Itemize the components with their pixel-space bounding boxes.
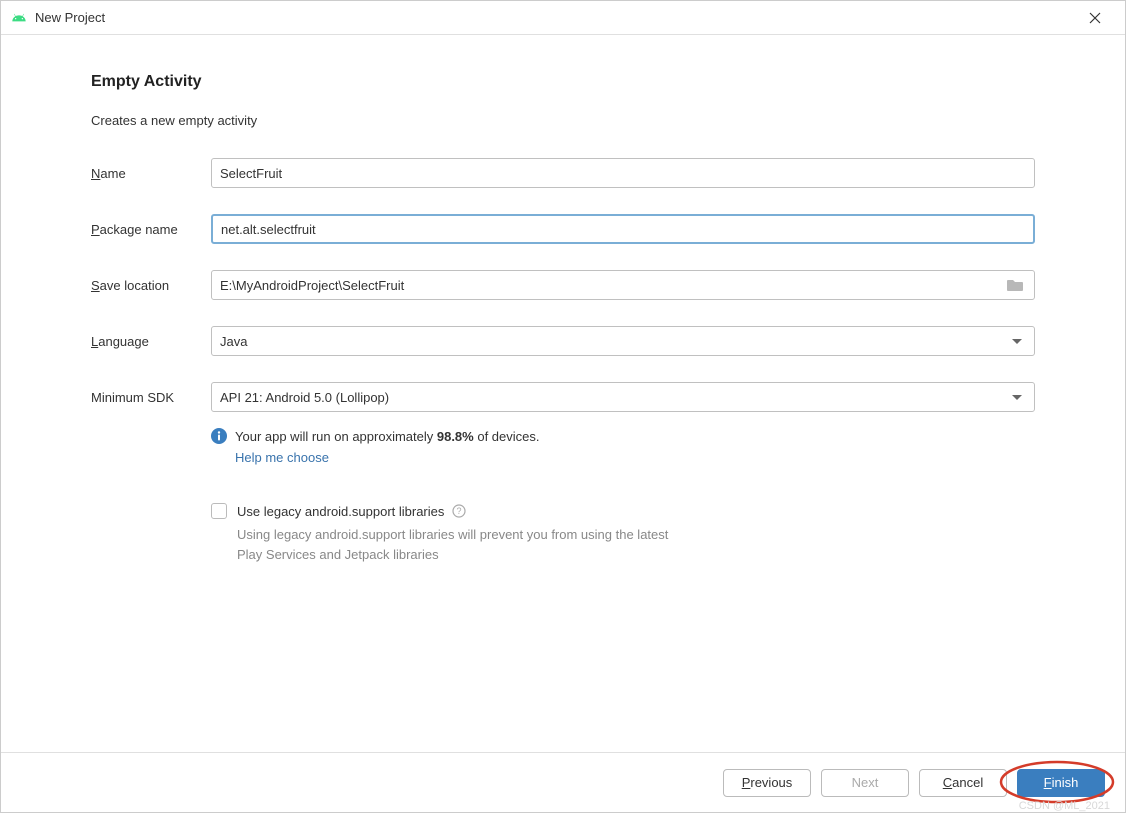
finish-button[interactable]: Finish (1017, 769, 1105, 797)
legacy-checkbox-row: Use legacy android.support libraries ? (211, 503, 1035, 519)
button-bar: Previous Next Cancel Finish (1, 752, 1125, 812)
language-row: Language Java (91, 326, 1035, 356)
device-info-row: Your app will run on approximately 98.8%… (211, 428, 1035, 444)
chevron-down-icon (1012, 395, 1022, 400)
window-title: New Project (35, 10, 1075, 25)
language-select[interactable]: Java (211, 326, 1035, 356)
language-label: Language (91, 334, 211, 349)
min-sdk-select[interactable]: API 21: Android 5.0 (Lollipop) (211, 382, 1035, 412)
help-icon[interactable]: ? (452, 504, 466, 518)
chevron-down-icon (1012, 339, 1022, 344)
save-location-row: Save location (91, 270, 1035, 300)
language-value: Java (220, 334, 1012, 349)
save-location-label: Save location (91, 278, 211, 293)
name-label: Name (91, 166, 211, 181)
package-name-label: Package name (91, 222, 211, 237)
device-info-section: Your app will run on approximately 98.8%… (211, 428, 1035, 465)
next-button: Next (821, 769, 909, 797)
new-project-window: New Project Empty Activity Creates a new… (0, 0, 1126, 813)
legacy-hint: Using legacy android.support libraries w… (237, 525, 687, 564)
cancel-button[interactable]: Cancel (919, 769, 1007, 797)
page-subtitle: Creates a new empty activity (91, 113, 1035, 128)
min-sdk-row: Minimum SDK API 21: Android 5.0 (Lollipo… (91, 382, 1035, 412)
min-sdk-label: Minimum SDK (91, 390, 211, 405)
legacy-checkbox[interactable] (211, 503, 227, 519)
save-location-input-wrap (211, 270, 1035, 300)
page-heading: Empty Activity (91, 73, 1035, 91)
browse-folder-icon[interactable] (1006, 278, 1024, 292)
package-name-input[interactable] (211, 214, 1035, 244)
legacy-section: Use legacy android.support libraries ? U… (211, 503, 1035, 564)
name-input[interactable] (211, 158, 1035, 188)
close-button[interactable] (1075, 3, 1115, 33)
name-row: Name (91, 158, 1035, 188)
info-icon (211, 428, 227, 444)
legacy-checkbox-label: Use legacy android.support libraries (237, 504, 444, 519)
titlebar: New Project (1, 1, 1125, 35)
device-info-text: Your app will run on approximately 98.8%… (235, 429, 540, 444)
min-sdk-value: API 21: Android 5.0 (Lollipop) (220, 390, 1012, 405)
help-me-choose-link[interactable]: Help me choose (235, 450, 1035, 465)
save-location-input[interactable] (212, 274, 1006, 297)
android-icon (11, 10, 27, 26)
package-name-row: Package name (91, 214, 1035, 244)
content-area: Empty Activity Creates a new empty activ… (1, 35, 1125, 752)
previous-button[interactable]: Previous (723, 769, 811, 797)
svg-text:?: ? (457, 506, 462, 516)
